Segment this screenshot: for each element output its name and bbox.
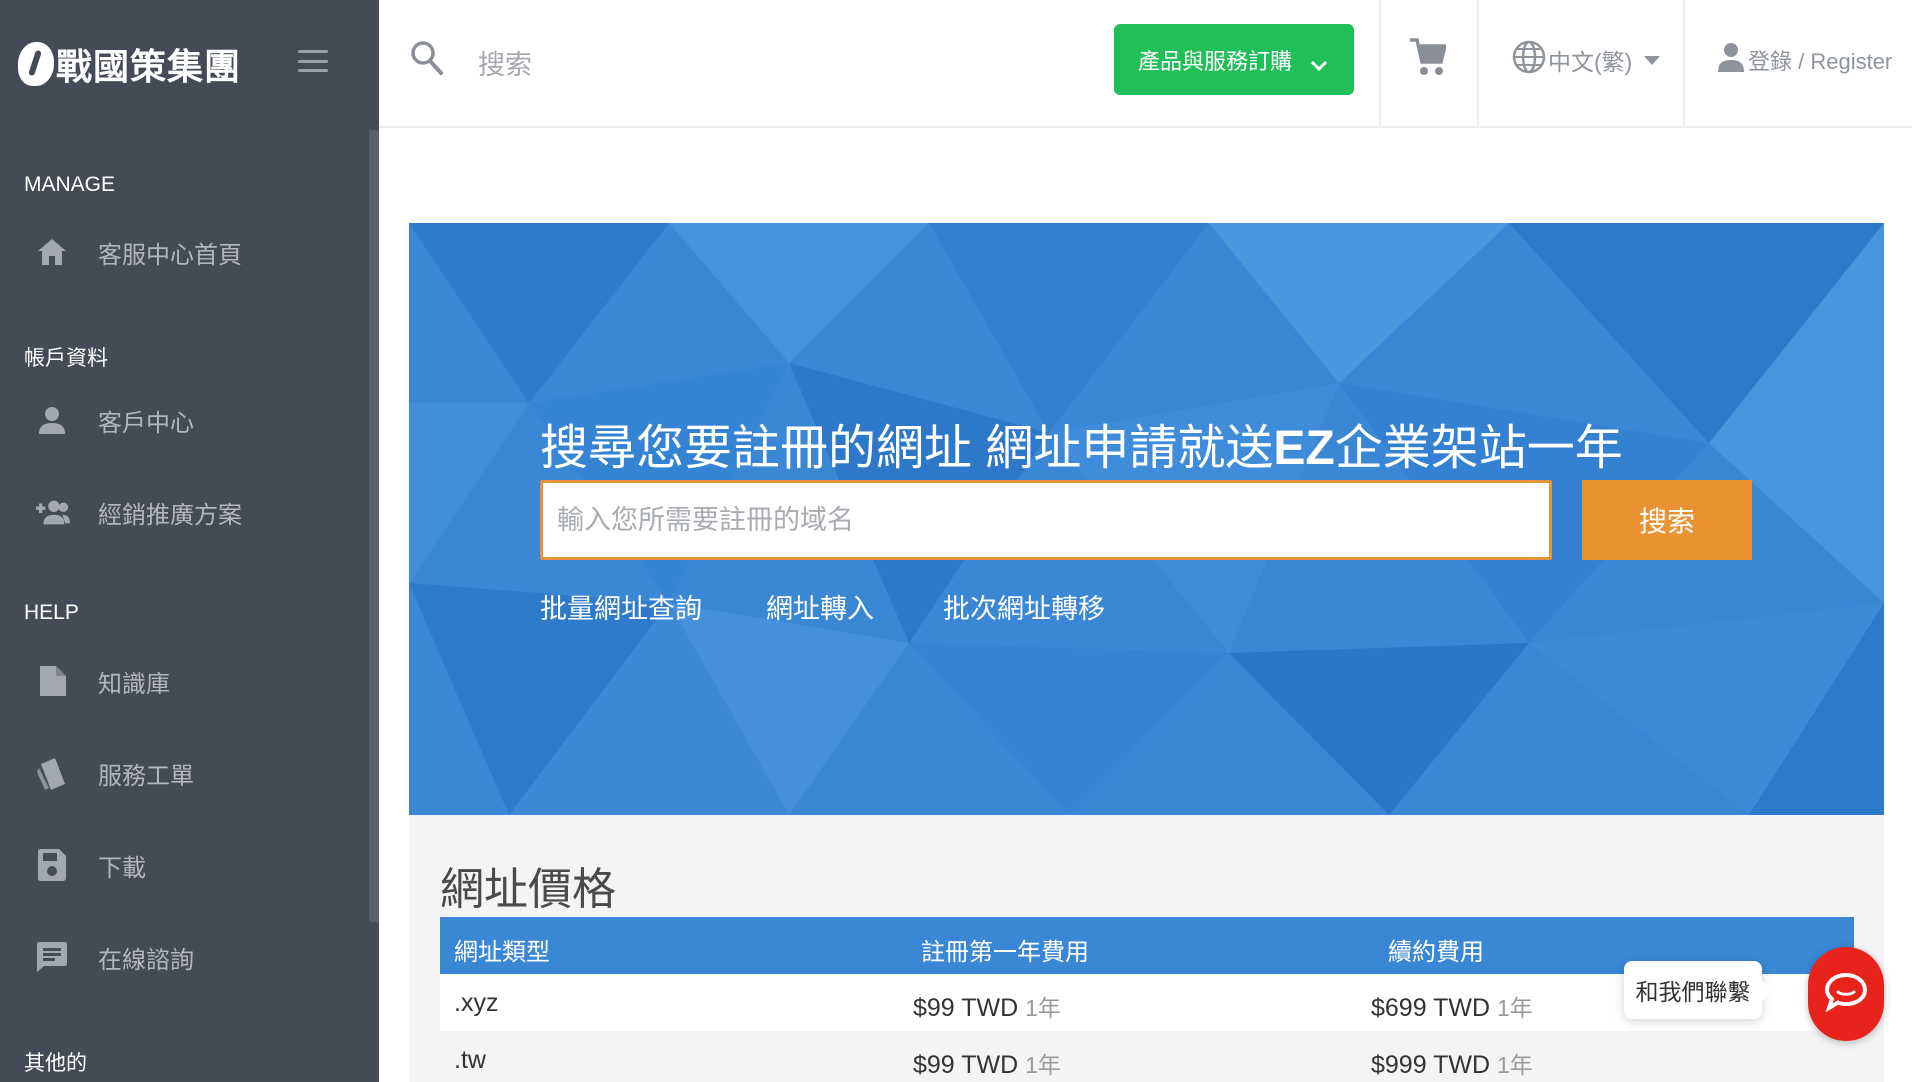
section-title-help: HELP [24,601,79,624]
sidebar-item-label: 知識庫 [98,670,170,698]
sidebar-scrollbar[interactable] [369,130,379,922]
sidebar-item-downloads[interactable]: 下載 [0,834,360,896]
sidebar-item-live-chat[interactable]: 在線諮詢 [0,926,360,988]
domain-type: .xyz [454,989,499,1017]
order-products-button[interactable]: 產品與服務訂購 [1114,24,1354,95]
home-icon [34,234,70,270]
logo-text: 戰國策集團 [56,46,242,88]
domain-transfer-link[interactable]: 網址轉入 [766,587,874,626]
search-icon[interactable] [410,40,444,81]
language-label: 中文(繁) [1548,49,1633,75]
user-icon [1718,42,1744,78]
section-title-account: 帳戶資料 [24,347,108,370]
bulk-domain-transfer-link[interactable]: 批次網址轉移 [943,587,1105,626]
chevron-down-icon [1310,52,1328,78]
header-divider [1683,0,1685,128]
sidebar-item-tickets[interactable]: 服務工單 [0,742,360,804]
brand-logo[interactable]: 戰國策集團 [18,38,241,90]
globe-icon [1512,40,1546,80]
contact-us-tooltip[interactable]: 和我們聯繫 [1624,961,1772,1019]
logo-icon [18,42,54,86]
sidebar-item-label: 服務工單 [98,762,194,790]
menu-toggle-button[interactable] [298,50,328,72]
hero-title: 搜尋您要註冊的網址 網址申請就送EZ企業架站一年 [540,422,1623,475]
first-year-price: $99 TWD 1年 [913,994,1061,1022]
caret-down-icon [1644,55,1661,65]
domain-pricing-section: 網址價格 網址類型 註冊第一年費用 續約費用 .xyz $99 TWD 1年 $… [409,815,1884,1082]
sidebar-item-label: 客戶中心 [98,409,194,437]
chat-icon [34,939,70,975]
save-icon [34,847,70,883]
sidebar-item-client-center[interactable]: 客戶中心 [0,389,360,451]
column-header-renewal: 續約費用 [1388,939,1484,966]
header-search-label[interactable]: 搜索 [478,43,532,82]
sidebar-item-label: 在線諮詢 [98,946,194,974]
ticket-icon [34,755,70,791]
sidebar-item-affiliate[interactable]: 經銷推廣方案 [0,481,360,543]
live-chat-button[interactable] [1808,947,1884,1041]
sidebar-item-label: 經銷推廣方案 [98,501,242,529]
first-year-price: $99 TWD 1年 [913,1051,1061,1079]
domain-search-button[interactable]: 搜索 [1582,480,1752,560]
header-divider [1379,0,1381,128]
sidebar-item-home[interactable]: 客服中心首頁 [0,221,360,283]
domain-search-hero: 搜尋您要註冊的網址 網址申請就送EZ企業架站一年 搜索 批量網址查詢 網址轉入 … [409,223,1884,815]
domain-type: .tw [454,1046,486,1074]
language-selector[interactable]: 中文(繁) [1512,40,1661,80]
sidebar-item-knowledgebase[interactable]: 知識庫 [0,650,360,712]
bulk-domain-search-link[interactable]: 批量網址查詢 [540,587,702,626]
login-label: 登錄 / Register [1748,49,1893,74]
column-header-first-year: 註冊第一年費用 [921,939,1089,966]
domain-search-input[interactable] [540,480,1552,560]
cart-icon[interactable] [1410,38,1448,83]
chat-bubble-icon [1824,972,1868,1017]
header-divider [1477,0,1479,128]
document-icon [34,663,70,699]
sidebar-item-label: 客服中心首頁 [98,241,242,269]
group-add-icon [34,494,70,530]
sidebar-item-label: 下載 [98,854,146,882]
section-title-manage: MANAGE [24,173,116,196]
user-icon [34,402,70,438]
order-button-label: 產品與服務訂購 [1138,48,1293,74]
hamburger-icon [298,50,328,53]
sidebar: 戰國策集團 MANAGE 客服中心首頁 帳戶資料 客戶中心 經銷推廣方案 HEL… [0,0,379,1082]
renewal-price: $999 TWD 1年 [1371,1051,1533,1079]
renewal-price: $699 TWD 1年 [1371,994,1533,1022]
section-title-other: 其他的 [24,1052,87,1075]
table-row: .tw $99 TWD 1年 $999 TWD 1年 [440,1031,1854,1082]
pricing-title: 網址價格 [440,865,616,914]
column-header-type: 網址類型 [454,939,550,966]
login-register-link[interactable]: 登錄 / Register [1718,42,1892,78]
